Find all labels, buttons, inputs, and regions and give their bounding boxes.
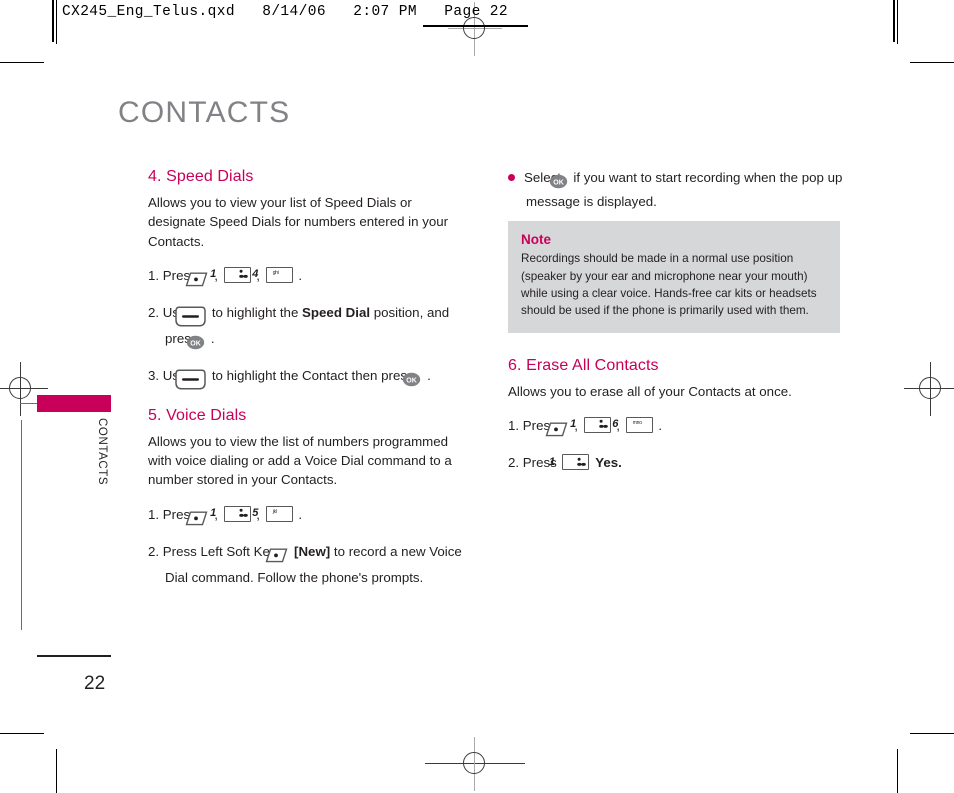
- crop-mark-bottom-right-h: [910, 733, 954, 734]
- crop-mark-bottom-right-v: [897, 749, 898, 793]
- page-number: 22: [84, 673, 106, 694]
- key-1-icon: 1: [570, 416, 611, 433]
- registration-mark-right: [904, 362, 954, 416]
- left-soft-key-icon: [186, 508, 208, 530]
- note-title: Note: [521, 232, 551, 248]
- speed-dials-step-3: 3. Use to highlight the Contact then pre…: [148, 365, 473, 391]
- voice-dials-step-1: 1. Press , 1 , 5 jkl .: [148, 504, 473, 530]
- step-text: 2. Press Left Soft Key: [148, 544, 277, 560]
- crop-mark-top-left-v: [56, 0, 57, 44]
- left-soft-key-icon: [186, 269, 208, 291]
- section-heading-speed-dials: 4. Speed Dials: [148, 168, 254, 185]
- left-column: 4. Speed Dials Allows you to view your l…: [148, 168, 473, 600]
- registration-circle: [463, 17, 485, 39]
- step-period: .: [298, 267, 303, 283]
- navigation-key-icon: [175, 369, 206, 391]
- slug-rule-left: [52, 0, 54, 42]
- speed-dials-intro: Allows you to view your list of Speed Di…: [148, 195, 449, 249]
- note-body: Recordings should be made in a normal us…: [521, 252, 817, 318]
- step-period: .: [298, 506, 303, 522]
- key-6-icon: 6 mno: [612, 416, 653, 433]
- crop-mark-bottom-left-h: [0, 733, 44, 734]
- side-vertical-rule: [21, 420, 22, 630]
- voice-dials-intro: Allows you to view the list of numbers p…: [148, 433, 452, 488]
- section-heading-erase-all-contacts: 6. Erase All Contacts: [508, 356, 659, 374]
- registration-mark-bottom: [425, 737, 525, 791]
- left-soft-key-icon: [265, 545, 288, 567]
- key-4-icon: 4 ghi: [252, 266, 293, 283]
- step-period: .: [427, 368, 431, 384]
- step-text: Yes.: [595, 455, 622, 471]
- chapter-tab-marker: [37, 395, 111, 412]
- crop-mark-top-right-v: [897, 0, 898, 44]
- section-heading-voice-dials: 5. Voice Dials: [148, 406, 247, 424]
- erase-all-step-1: 1. Press , 1 , 6 mno .: [508, 415, 843, 441]
- bullet-text: if you want to start recording when the …: [526, 170, 843, 209]
- recording-bullet: Select OK if you want to start recording…: [508, 168, 843, 211]
- navigation-key-icon: [175, 306, 206, 328]
- speed-dials-step-2: 2. Use to highlight the Speed Dial posit…: [148, 302, 473, 353]
- step-text: to highlight the: [211, 305, 299, 321]
- slug-underline: [423, 25, 528, 27]
- note-box: Note Recordings should be made in a norm…: [508, 221, 840, 333]
- key-5-icon: 5 jkl: [252, 505, 293, 522]
- erase-all-intro: Allows you to erase all of your Contacts…: [508, 383, 792, 399]
- svg-text:OK: OK: [190, 340, 201, 347]
- crop-mark-bottom-left-v: [56, 749, 57, 793]
- key-1-icon: 1: [210, 505, 251, 522]
- slug-rule-right: [893, 0, 895, 42]
- svg-text:OK: OK: [553, 179, 564, 186]
- chapter-side-label: CONTACTS: [96, 418, 108, 486]
- page-title: CONTACTS: [118, 96, 291, 129]
- erase-all-step-2: 2. Press 1 Yes.: [508, 452, 843, 474]
- step-period: .: [658, 417, 663, 433]
- step-emphasis: [New]: [294, 544, 331, 560]
- crop-mark-top-right-h: [910, 62, 954, 63]
- footer-rule: [37, 655, 111, 657]
- registration-circle: [463, 752, 485, 774]
- slug-text: CX245_Eng_Telus.qxd 8/14/06 2:07 PM Page…: [62, 4, 508, 20]
- left-soft-key-icon: [546, 419, 568, 441]
- registration-circle: [919, 377, 941, 399]
- right-column: Select OK if you want to start recording…: [508, 168, 843, 486]
- svg-text:OK: OK: [407, 378, 418, 385]
- key-1-icon: 1: [210, 266, 251, 283]
- step-text: to highlight the Contact then press: [211, 368, 414, 384]
- registration-circle: [9, 377, 31, 399]
- ok-key-icon: OK: [549, 172, 568, 192]
- speed-dials-step-1: 1. Press , 1 , 4 ghi .: [148, 265, 473, 291]
- ok-key-icon: OK: [187, 332, 205, 354]
- step-emphasis: Speed Dial: [302, 305, 371, 321]
- voice-dials-step-2: 2. Press Left Soft Key [New] to record a…: [148, 541, 473, 588]
- ok-key-icon: OK: [403, 369, 421, 391]
- crop-mark-top-left-h: [0, 62, 44, 63]
- key-1-icon: 1: [549, 454, 590, 471]
- step-period: .: [210, 330, 215, 346]
- bullet-dot-icon: [508, 174, 515, 181]
